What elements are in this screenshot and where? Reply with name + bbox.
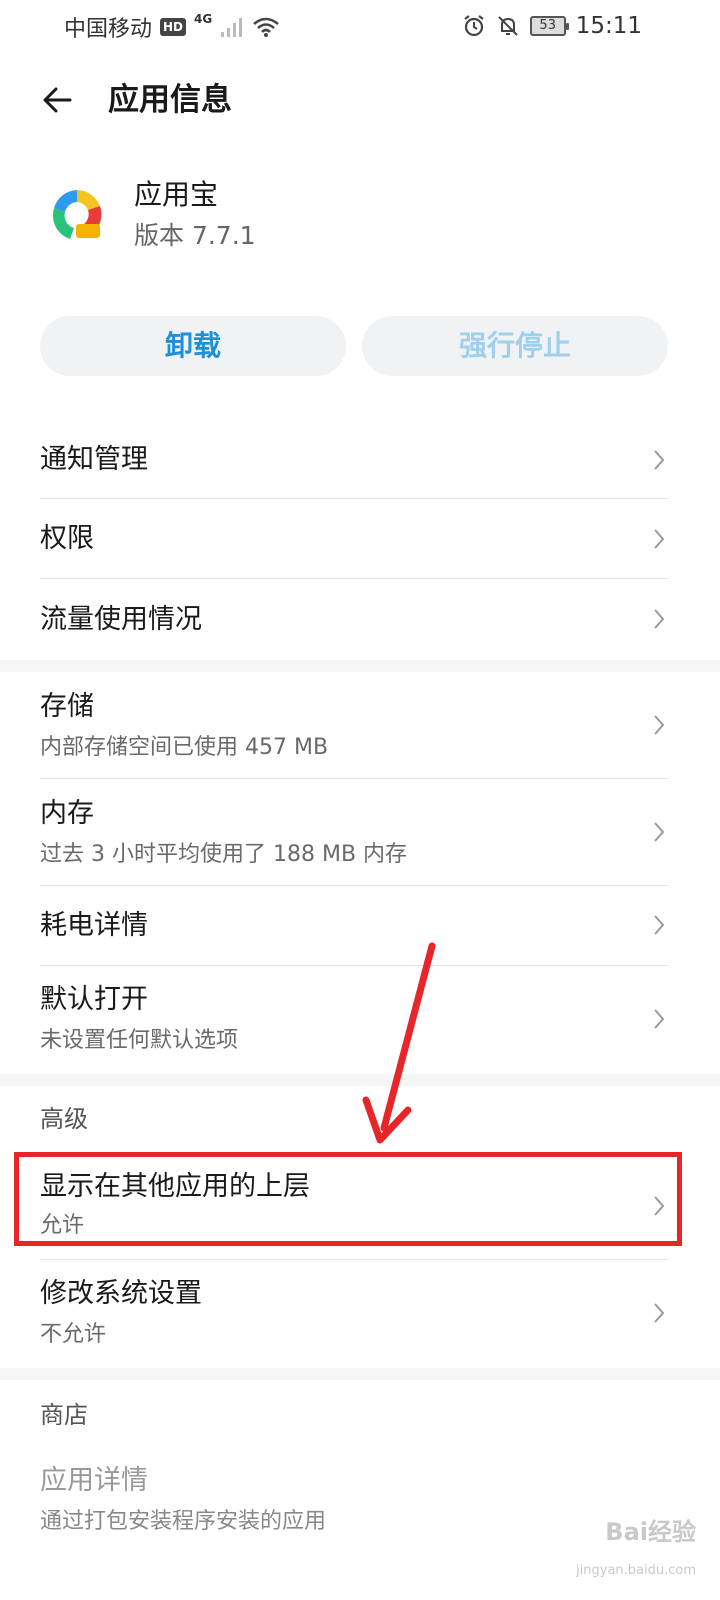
list-item-title: 修改系统设置 (40, 1278, 202, 1309)
alarm-icon (464, 15, 484, 37)
divider (40, 498, 668, 499)
page-title: 应用信息 (108, 82, 232, 118)
list-item-subtitle: 内部存储空间已使用 457 MB (40, 735, 329, 760)
list-item-storage[interactable]: 存储 内部存储空间已使用 457 MB (40, 672, 668, 778)
divider (40, 885, 668, 886)
section-separator (0, 660, 720, 672)
baidu-jingyan-watermark: Bai经验 jingyan.baidu.com (546, 1512, 696, 1578)
chevron-right-icon (654, 529, 665, 549)
list-item-title: 流量使用情况 (40, 604, 202, 635)
chevron-right-icon (654, 1303, 665, 1323)
list-item-subtitle: 不允许 (40, 1322, 107, 1347)
list-item-title: 应用详情 (40, 1465, 148, 1496)
list-item-title: 通知管理 (40, 444, 148, 475)
status-right: 53 15:11 (462, 10, 642, 42)
list-item-notifications[interactable]: 通知管理 (40, 420, 668, 500)
status-bar: 中国移动 HD 4G 53 15:11 (0, 0, 720, 54)
app-bar: 应用信息 (0, 60, 720, 140)
battery-icon: 53 (529, 16, 569, 36)
uninstall-button[interactable]: 卸载 (40, 316, 346, 376)
list-item-title: 耗电详情 (40, 910, 148, 941)
section-header-store: 商店 (40, 1401, 88, 1429)
chevron-right-icon (654, 609, 665, 629)
list-item-title: 默认打开 (40, 984, 148, 1015)
back-arrow-icon (43, 87, 72, 113)
hd-badge: HD (160, 18, 187, 36)
back-button[interactable] (36, 78, 80, 122)
watermark-logo: Bai经验 (605, 1518, 696, 1546)
list-item-subtitle: 过去 3 小时平均使用了 188 MB 内存 (40, 842, 408, 867)
chevron-right-icon (654, 915, 665, 935)
list-item-title: 存储 (40, 691, 94, 722)
chevron-right-icon (654, 450, 665, 470)
app-name: 应用宝 (134, 178, 219, 211)
list-item-subtitle: 未设置任何默认选项 (40, 1028, 239, 1053)
signal-icon (221, 18, 243, 37)
chevron-right-icon (654, 715, 665, 735)
divider (40, 578, 668, 579)
app-logo-icon (50, 188, 104, 242)
divider (40, 778, 668, 779)
status-left: 中国移动 HD 4G (64, 12, 280, 42)
list-item-modify-system-settings[interactable]: 修改系统设置 不允许 (40, 1261, 668, 1365)
network-type: 4G (194, 12, 213, 26)
app-version: 版本 7.7.1 (134, 221, 256, 250)
list-item-title: 内存 (40, 798, 94, 829)
list-item-subtitle: 通过打包安装程序安装的应用 (40, 1509, 327, 1534)
clock: 15:11 (575, 13, 642, 39)
annotation-highlight-box (14, 1152, 682, 1246)
annotation-arrow (362, 942, 436, 1144)
carrier-label: 中国移动 (64, 17, 153, 42)
list-item-permissions[interactable]: 权限 (40, 500, 668, 578)
divider (40, 1259, 668, 1260)
mute-icon (497, 16, 518, 36)
list-item-data-usage[interactable]: 流量使用情况 (40, 580, 668, 658)
watermark-url: jingyan.baidu.com (576, 1563, 696, 1578)
section-header-advanced: 高级 (40, 1105, 88, 1133)
list-item-title: 权限 (40, 523, 94, 554)
chevron-right-icon (654, 822, 665, 842)
wifi-icon (253, 17, 280, 37)
section-separator (0, 1368, 720, 1380)
list-item-memory[interactable]: 内存 过去 3 小时平均使用了 188 MB 内存 (40, 780, 668, 886)
force-stop-button[interactable]: 强行停止 (362, 316, 668, 376)
chevron-right-icon (654, 1009, 665, 1029)
